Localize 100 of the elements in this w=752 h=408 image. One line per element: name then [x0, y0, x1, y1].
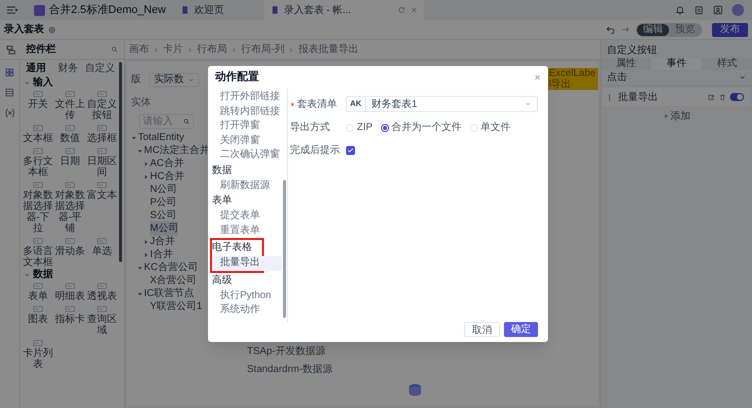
- nav-item[interactable]: 打开弹窗: [212, 119, 279, 134]
- tree-node[interactable]: AC合并: [150, 156, 184, 171]
- chevron-down-icon: [24, 272, 30, 278]
- search-field[interactable]: 请输入: [139, 114, 194, 129]
- grid-icon[interactable]: [5, 68, 14, 77]
- radio-button[interactable]: [380, 124, 389, 132]
- tree-node[interactable]: P公司: [150, 195, 177, 210]
- panel-tab[interactable]: 通用: [20, 60, 52, 76]
- panel-tab[interactable]: 自定义: [84, 60, 116, 76]
- control-label: 数值: [60, 133, 80, 144]
- tree-node[interactable]: TotalEntity: [138, 130, 184, 145]
- page-title: 录入套表: [4, 22, 44, 37]
- caret-down-icon[interactable]: [131, 134, 137, 140]
- trash-icon[interactable]: [719, 94, 726, 100]
- field-label: 完成后提示: [290, 144, 340, 158]
- tree-node[interactable]: HC合并: [150, 169, 184, 184]
- check-icon: [347, 147, 354, 154]
- radio-option[interactable]: 合并为一个文件: [380, 120, 462, 135]
- section-header[interactable]: 数据: [20, 268, 124, 281]
- toggle-switch[interactable]: [730, 93, 744, 101]
- drag-handle-icon[interactable]: [609, 94, 610, 100]
- caret-right-icon[interactable]: [143, 238, 149, 244]
- nav-item[interactable]: 跳转内部链接: [212, 104, 279, 119]
- control-label: 多行文本框: [22, 156, 54, 178]
- checkbox[interactable]: [346, 146, 355, 155]
- avatar[interactable]: [732, 4, 744, 16]
- caret-down-icon[interactable]: [137, 148, 143, 154]
- tree-node[interactable]: N公司: [150, 182, 178, 197]
- edit-icon[interactable]: [708, 94, 715, 100]
- search-icon[interactable]: [111, 46, 118, 53]
- panel-tab[interactable]: 样式: [702, 58, 752, 70]
- bell-icon[interactable]: [675, 5, 685, 15]
- menu-icon[interactable]: [6, 4, 18, 16]
- close-icon[interactable]: [410, 6, 418, 14]
- breadcrumb-link[interactable]: 卡片: [163, 42, 183, 57]
- section-header[interactable]: 输入: [20, 76, 124, 89]
- publish-button[interactable]: 发布: [712, 22, 748, 36]
- undo-icon[interactable]: [606, 25, 615, 34]
- chevron-right-icon: [153, 46, 159, 52]
- tree-node[interactable]: Y联营公司1: [150, 299, 202, 314]
- confirm-button[interactable]: 确定: [504, 322, 538, 337]
- nav-item[interactable]: 重置表单: [212, 224, 279, 238]
- export-button[interactable]: ExcelLabel导出: [548, 68, 598, 90]
- tree-node[interactable]: J合并: [150, 234, 175, 249]
- nav-item[interactable]: 系统动作: [212, 303, 279, 318]
- control-label: 表单: [28, 291, 48, 302]
- search-icon[interactable]: [183, 118, 190, 125]
- scrollbar[interactable]: [119, 62, 122, 262]
- field-label: 导出方式: [290, 120, 330, 135]
- tree-node[interactable]: KC合营公司: [144, 260, 198, 275]
- caret-right-icon[interactable]: [143, 160, 149, 166]
- add-button[interactable]: 添加: [601, 108, 752, 124]
- control-label: 富文本: [87, 190, 117, 201]
- panel-tab[interactable]: 属性: [601, 58, 652, 70]
- nav-group-title: 电子表格: [212, 240, 252, 255]
- breadcrumb-link[interactable]: 画布: [129, 42, 149, 57]
- caret-down-icon[interactable]: [137, 290, 143, 296]
- breadcrumb-link[interactable]: 报表批量导出: [298, 42, 358, 57]
- select-field[interactable]: AK 财务套表1: [346, 96, 538, 112]
- gear-icon[interactable]: [48, 26, 56, 34]
- caret-down-icon[interactable]: [137, 264, 143, 270]
- control-label: 选择框: [87, 133, 117, 144]
- list-icon[interactable]: [5, 88, 14, 97]
- radio-option[interactable]: 单文件: [470, 120, 511, 135]
- action-row[interactable]: 批量导出: [603, 88, 750, 106]
- breadcrumb-link[interactable]: 行布局-列: [241, 42, 284, 57]
- widget-icon: [6, 44, 16, 54]
- user-card-icon[interactable]: [713, 5, 723, 15]
- cancel-button[interactable]: 取消: [464, 322, 500, 337]
- redo-icon[interactable]: [621, 25, 630, 34]
- event-header[interactable]: 点击: [601, 70, 752, 86]
- refresh-icon[interactable]: [398, 6, 406, 14]
- tree-node[interactable]: I合并: [150, 247, 173, 262]
- mode-toggle-option[interactable]: 编辑: [637, 24, 669, 36]
- breadcrumb-link[interactable]: 行布局: [197, 42, 227, 57]
- radio-option[interactable]: ZIP: [346, 120, 373, 135]
- control-label: 图表: [28, 314, 48, 325]
- clipboard-icon[interactable]: [694, 5, 704, 15]
- nav-item[interactable]: 二次确认弹窗: [212, 148, 279, 162]
- nav-item[interactable]: 批量导出: [212, 256, 282, 270]
- close-icon[interactable]: [534, 74, 541, 80]
- caret-right-icon[interactable]: [143, 174, 149, 180]
- tree-node[interactable]: X合营公司: [150, 273, 197, 288]
- panel-tab[interactable]: 事件: [651, 58, 702, 70]
- panel-tab[interactable]: 财务: [52, 60, 84, 76]
- nav-item[interactable]: 关闭弹窗: [212, 134, 279, 148]
- filter-select[interactable]: 实际数: [149, 72, 199, 86]
- variable-icon[interactable]: [4, 108, 14, 118]
- nav-item[interactable]: 提交表单: [212, 209, 279, 224]
- tab[interactable]: 录入套表 - 帐...: [264, 0, 424, 20]
- nav-item[interactable]: 执行Python: [212, 288, 279, 303]
- nav-item[interactable]: 打开外部链接: [212, 90, 279, 104]
- caret-right-icon[interactable]: [143, 252, 149, 258]
- tree-node[interactable]: IC联营节点: [144, 286, 194, 301]
- tree-node[interactable]: MC法定主合并: [144, 143, 210, 158]
- tree-node[interactable]: M公司: [150, 221, 178, 236]
- nav-item[interactable]: 刷新数据源: [212, 178, 279, 193]
- tab[interactable]: 欢迎页: [174, 0, 264, 20]
- tree-node[interactable]: S公司: [150, 208, 177, 223]
- scrollbar[interactable]: [283, 180, 286, 318]
